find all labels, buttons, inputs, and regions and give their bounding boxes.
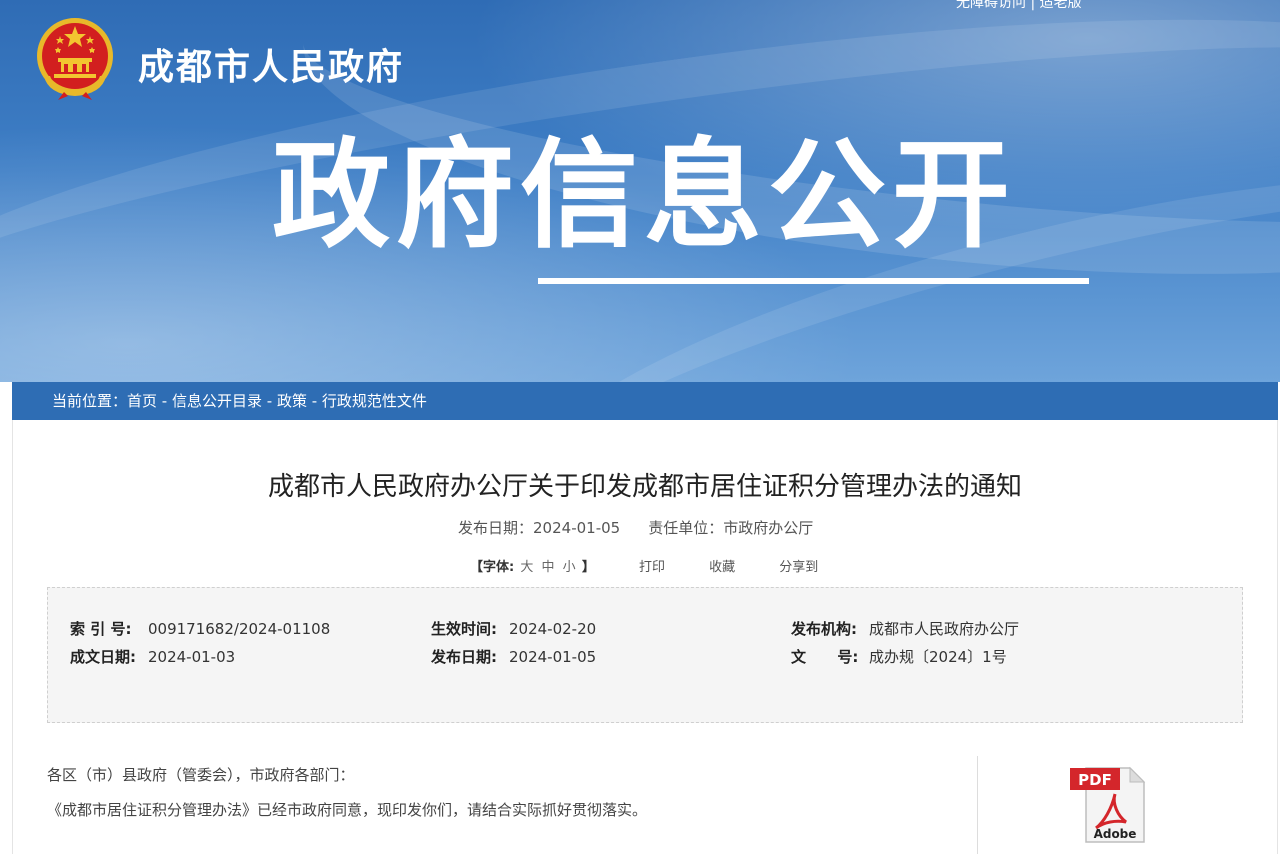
- print-button[interactable]: 打印: [639, 560, 665, 575]
- body-paragraph: 《成都市居住证积分管理办法》已经市政府同意，现印发你们，请结合实际抓好贯彻落实。: [47, 801, 648, 819]
- header-banner: 无障碍访问 | 适老版 成都市人民政府 政府信息公开: [0, 0, 1280, 382]
- publish-date: 2024-01-05: [533, 519, 621, 537]
- effective-time-label: 生效时间:: [431, 620, 497, 638]
- document-meta: 发布日期：2024-01-05 责任单位：市政府办公厅: [458, 517, 813, 538]
- release-date-value: 2024-01-05: [509, 648, 597, 666]
- release-date-label: 发布日期:: [431, 648, 497, 666]
- release-date: 发布日期: 2024-01-05: [431, 646, 596, 667]
- written-date: 成文日期: 2024-01-03: [70, 646, 235, 667]
- index-number-label: 索 引 号:: [70, 620, 132, 638]
- font-medium-button[interactable]: 中: [542, 560, 555, 575]
- body-salutation: 各区（市）县政府（管委会），市政府各部门：: [47, 766, 355, 784]
- effective-time: 生效时间: 2024-02-20: [431, 618, 596, 639]
- breadcrumb-policy[interactable]: 政策: [277, 392, 307, 410]
- index-number-value: 009171682/2024-01108: [148, 620, 331, 638]
- section-title: 政府信息公开: [272, 126, 1017, 264]
- breadcrumb-normative-docs[interactable]: 行政规范性文件: [322, 392, 427, 410]
- breadcrumb-separator: -: [262, 392, 277, 410]
- national-emblem-icon: [37, 18, 113, 100]
- adobe-label: Adobe: [1094, 827, 1137, 841]
- responsible-unit: 市政府办公厅: [723, 519, 814, 537]
- breadcrumb: 当前位置：首页 - 信息公开目录 - 政策 - 行政规范性文件: [12, 382, 1278, 420]
- effective-time-value: 2024-02-20: [509, 620, 597, 638]
- document-number-value: 成办规〔2024〕1号: [869, 648, 1007, 666]
- document-number: 文 号: 成办规〔2024〕1号: [791, 646, 1007, 667]
- font-small-button[interactable]: 小: [563, 560, 576, 575]
- breadcrumb-separator: -: [157, 392, 172, 410]
- document-info-box: 索 引 号: 009171682/2024-01108 生效时间: 2024-02-…: [47, 587, 1243, 723]
- breadcrumb-prefix: 当前位置：: [52, 392, 128, 410]
- publishing-agency: 发布机构: 成都市人民政府办公厅: [791, 618, 1019, 639]
- font-size-close: 】: [581, 560, 595, 575]
- pdf-download-icon[interactable]: PDF Adobe: [1068, 764, 1150, 846]
- accessibility-links[interactable]: 无障碍访问 | 适老版: [956, 0, 1082, 12]
- index-number: 索 引 号: 009171682/2024-01108: [70, 618, 330, 639]
- breadcrumb-separator: -: [306, 392, 322, 410]
- site-title[interactable]: 成都市人民政府: [138, 38, 404, 90]
- breadcrumb-home[interactable]: 首页: [127, 392, 157, 410]
- publishing-agency-value: 成都市人民政府办公厅: [869, 620, 1020, 638]
- pdf-label: PDF: [1078, 771, 1112, 789]
- document-tools: 【字体: 大 中 小 】 打印 收藏 分享到: [470, 556, 818, 575]
- share-button[interactable]: 分享到: [779, 560, 818, 575]
- favorite-button[interactable]: 收藏: [709, 560, 735, 575]
- document-title: 成都市人民政府办公厅关于印发成都市居住证积分管理办法的通知: [267, 472, 1022, 502]
- breadcrumb-catalog[interactable]: 信息公开目录: [172, 392, 262, 410]
- font-size-label: 【字体:: [470, 560, 515, 575]
- title-underline: [538, 278, 1089, 284]
- unit-label: 责任单位：: [648, 519, 724, 537]
- written-date-label: 成文日期:: [70, 648, 136, 666]
- publishing-agency-label: 发布机构:: [791, 620, 857, 638]
- column-divider: [977, 756, 978, 854]
- font-large-button[interactable]: 大: [520, 560, 533, 575]
- written-date-value: 2024-01-03: [148, 648, 236, 666]
- document-number-label: 文 号:: [791, 648, 859, 666]
- publish-date-label: 发布日期：: [458, 519, 534, 537]
